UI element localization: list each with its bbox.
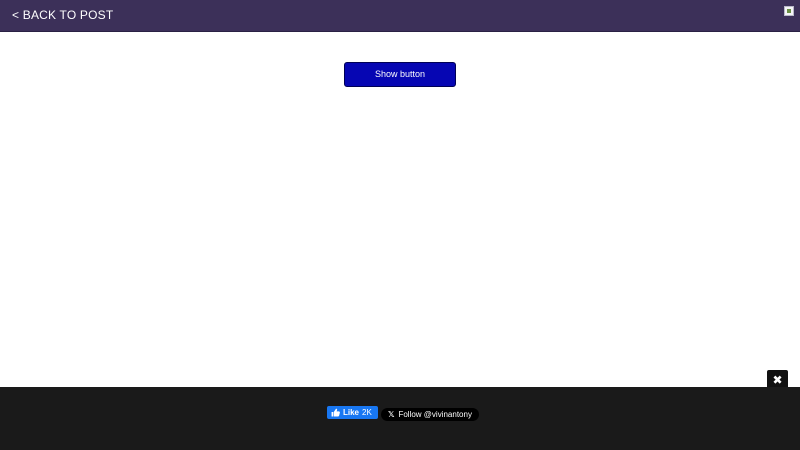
thumbs-up-icon — [331, 408, 340, 417]
x-logo-icon: 𝕏 — [388, 410, 395, 419]
back-to-post-link[interactable]: < BACK TO POST — [12, 8, 113, 22]
facebook-like-button[interactable]: Like 2K — [327, 406, 378, 419]
top-bar: < BACK TO POST — [0, 0, 800, 32]
twitter-follow-label: Follow @vivinantony — [398, 410, 472, 419]
show-button[interactable]: Show button — [344, 62, 456, 87]
facebook-like-count: 2K — [362, 408, 372, 417]
footer-bar: Like 2K 𝕏 Follow @vivinantony — [0, 387, 800, 450]
content-area: Show button — [0, 32, 800, 387]
facebook-like-label: Like — [343, 408, 360, 417]
page: < BACK TO POST Show button ✖ Like 2K 𝕏 F… — [0, 0, 800, 450]
twitter-follow-button[interactable]: 𝕏 Follow @vivinantony — [381, 408, 479, 421]
broken-image-icon — [784, 6, 794, 16]
